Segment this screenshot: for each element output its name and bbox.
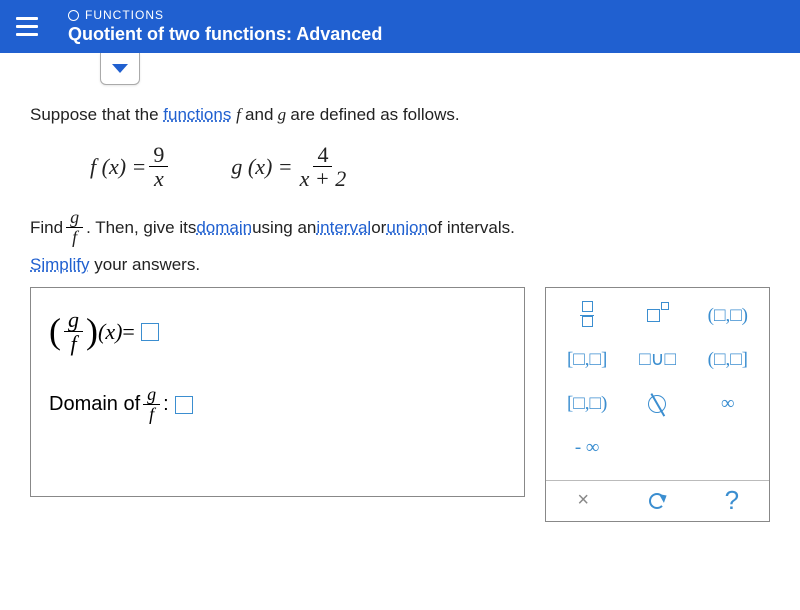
find-end: of intervals. bbox=[428, 218, 515, 238]
domain-answer-input[interactable] bbox=[175, 396, 193, 414]
find-or: or bbox=[371, 218, 386, 238]
gf-answer-input[interactable] bbox=[141, 323, 159, 341]
find-using: using an bbox=[252, 218, 316, 238]
palette-neg-infinity-button[interactable]: - ∞ bbox=[552, 426, 622, 470]
prompt-text: Suppose that the bbox=[30, 105, 163, 124]
palette-exponent-button[interactable] bbox=[622, 294, 692, 338]
domain-answer-row: Domain of g f : bbox=[49, 385, 506, 424]
union-link[interactable]: union bbox=[386, 218, 428, 238]
domain-gf-den: f bbox=[145, 405, 158, 424]
domain-colon: : bbox=[163, 393, 169, 416]
simplify-instruction: Simplify your answers. bbox=[30, 255, 770, 275]
find-mid: . Then, give its bbox=[86, 218, 196, 238]
domain-gf-num: g bbox=[143, 385, 160, 405]
palette-union-button[interactable]: □∪□ bbox=[622, 338, 692, 382]
domain-label: Domain of bbox=[49, 393, 140, 416]
x-label: (x) bbox=[98, 319, 122, 345]
palette-closed-interval-button[interactable]: [□,□] bbox=[552, 338, 622, 382]
find-pre: Find bbox=[30, 218, 63, 238]
gx-num: 4 bbox=[313, 143, 332, 167]
palette-closed-open-button[interactable]: [□,□) bbox=[552, 382, 622, 426]
simplify-link[interactable]: Simplify bbox=[30, 255, 90, 274]
palette-open-closed-button[interactable]: (□,□] bbox=[693, 338, 763, 382]
chevron-down-icon bbox=[112, 64, 128, 73]
page-title: Quotient of two functions: Advanced bbox=[68, 24, 382, 45]
expand-tab[interactable] bbox=[100, 53, 140, 85]
interval-link[interactable]: interval bbox=[316, 218, 371, 238]
gx-lhs: g (x) = bbox=[231, 154, 292, 180]
prompt-line: Suppose that the functions f and g are d… bbox=[30, 105, 770, 125]
answer-gf-num: g bbox=[64, 308, 83, 332]
header: FUNCTIONS Quotient of two functions: Adv… bbox=[0, 0, 800, 53]
category-text: FUNCTIONS bbox=[85, 8, 164, 22]
gf-den: f bbox=[68, 228, 81, 247]
palette-reset-button[interactable] bbox=[620, 481, 694, 521]
equals-sign: = bbox=[122, 319, 134, 345]
palette-fraction-button[interactable] bbox=[552, 294, 622, 338]
functions-link[interactable]: functions bbox=[163, 105, 231, 124]
answer-gf-den: f bbox=[66, 332, 80, 355]
empty-set-icon bbox=[648, 395, 666, 413]
domain-link[interactable]: domain bbox=[196, 218, 252, 238]
input-palette: (□,□) [□,□] □∪□ (□,□] [□,□) ∞ - ∞ × ? bbox=[545, 287, 770, 522]
fx-den: x bbox=[150, 167, 168, 190]
reset-icon bbox=[649, 493, 665, 509]
find-instruction: Find g f . Then, give its domain using a… bbox=[30, 208, 770, 247]
palette-empty-set-button[interactable] bbox=[622, 382, 692, 426]
palette-open-interval-button[interactable]: (□,□) bbox=[693, 294, 763, 338]
palette-clear-button[interactable]: × bbox=[546, 481, 620, 521]
fx-num: 9 bbox=[149, 143, 168, 167]
category-circle-icon bbox=[68, 10, 79, 21]
category-label: FUNCTIONS bbox=[68, 8, 382, 22]
answer-panel: ( g f ) (x) = Domain of g f : bbox=[30, 287, 525, 497]
simplify-end: your answers. bbox=[94, 255, 200, 274]
palette-help-button[interactable]: ? bbox=[695, 481, 769, 521]
hamburger-menu-icon[interactable] bbox=[16, 17, 38, 36]
gx-den: x + 2 bbox=[296, 167, 351, 190]
palette-infinity-button[interactable]: ∞ bbox=[693, 382, 763, 426]
gf-answer-row: ( g f ) (x) = bbox=[49, 308, 506, 355]
fx-lhs: f (x) = bbox=[90, 154, 146, 180]
gf-num: g bbox=[66, 208, 83, 228]
equation-display: f (x) = 9 x g (x) = 4 x + 2 bbox=[90, 143, 730, 190]
